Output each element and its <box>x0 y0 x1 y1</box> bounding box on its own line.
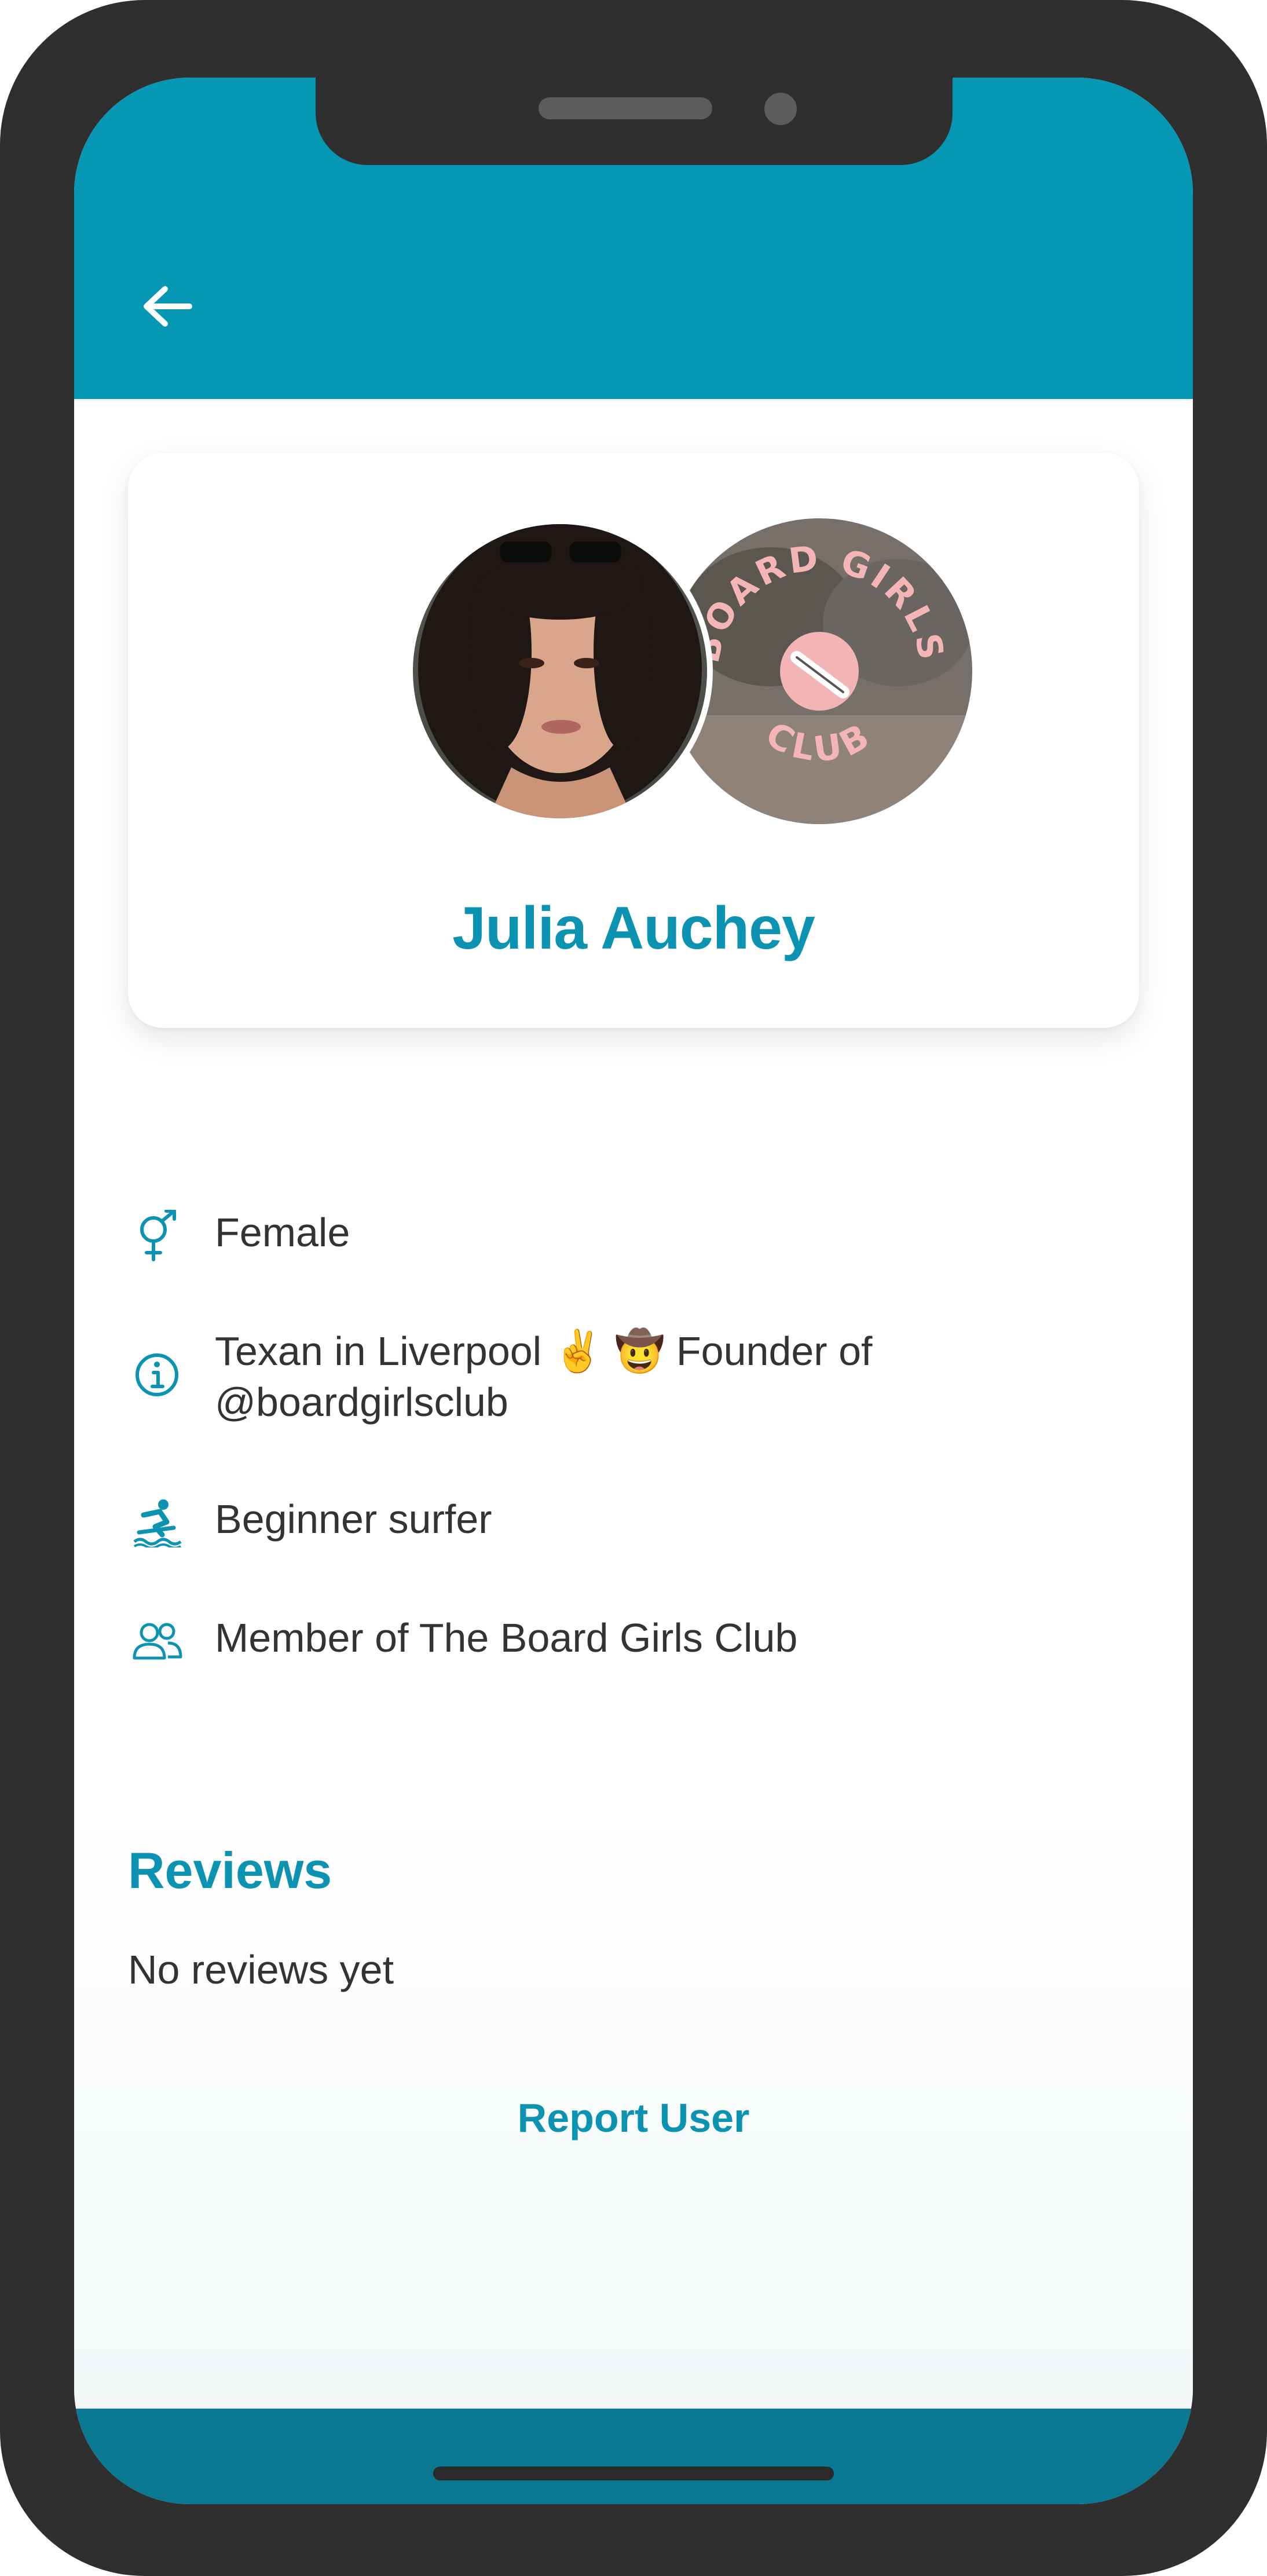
info-icon <box>128 1346 186 1404</box>
detail-surf-level: Beginner surfer <box>128 1494 1112 1552</box>
phone-frame: BOARD GIRLS CLUB Julia Auchey Female Tex… <box>0 0 1267 2576</box>
report-user-button[interactable]: Report User <box>74 2095 1193 2141</box>
home-indicator[interactable] <box>433 2467 834 2480</box>
bottom-bar <box>74 2409 1193 2504</box>
back-button[interactable] <box>135 275 199 338</box>
detail-gender: Female <box>128 1207 1112 1265</box>
detail-bio: Texan in Liverpool ✌️ 🤠 Founder of @boar… <box>128 1326 1112 1428</box>
screen: BOARD GIRLS CLUB Julia Auchey Female Tex… <box>74 78 1193 2504</box>
group-icon <box>128 1612 186 1670</box>
user-avatar <box>407 518 713 824</box>
profile-name: Julia Auchey <box>452 895 815 962</box>
surfer-icon <box>128 1494 186 1552</box>
detail-membership: Member of The Board Girls Club <box>128 1612 1112 1670</box>
arrow-left-icon <box>144 286 192 327</box>
reviews-empty-state: No reviews yet <box>128 1947 394 1992</box>
detail-text: Beginner surfer <box>215 1496 492 1542</box>
detail-text: Texan in Liverpool ✌️ 🤠 Founder of @boar… <box>215 1329 873 1425</box>
profile-content: BOARD GIRLS CLUB Julia Auchey Female Tex… <box>74 399 1193 2409</box>
profile-card: BOARD GIRLS CLUB Julia Auchey <box>128 453 1139 1028</box>
detail-text: Female <box>215 1210 350 1255</box>
gender-icon <box>128 1207 186 1265</box>
reviews-heading: Reviews <box>128 1842 332 1899</box>
device-notch <box>316 75 953 165</box>
detail-text: Member of The Board Girls Club <box>215 1615 798 1660</box>
front-camera <box>764 93 797 125</box>
speaker-grille <box>539 97 712 119</box>
